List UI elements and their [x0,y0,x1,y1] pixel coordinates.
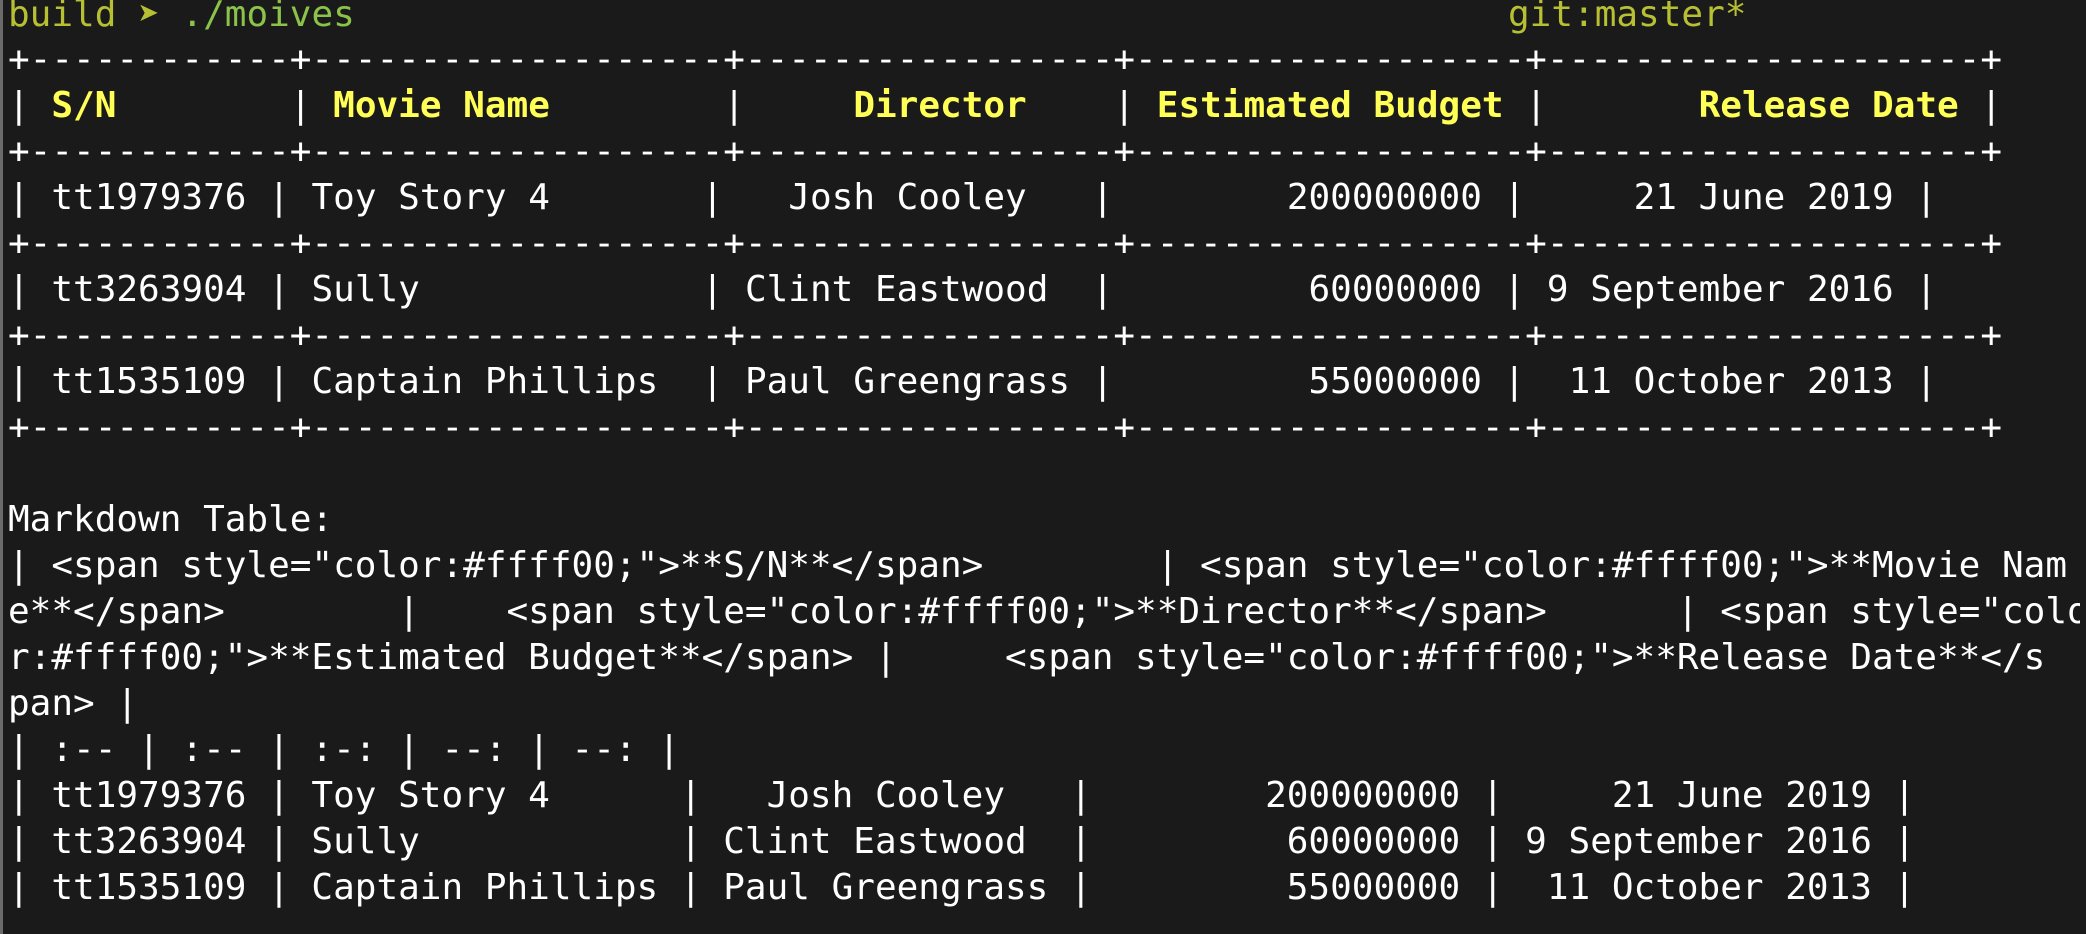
terminal-window[interactable]: build ➤ ./moives git:master* +----------… [0,0,2086,934]
prompt-arrow-icon: ➤ [138,0,160,35]
cell-budget: 55000000 [1308,361,1482,402]
cell-sn: tt1979376 [51,177,247,218]
markdown-row: | tt3263904 | Sully | Clint Eastwood | 6… [8,821,1916,862]
cell-sn: tt1535109 [51,361,247,402]
table-row: | tt1979376 | Toy Story 4 | Josh Cooley … [8,177,1938,218]
cell-budget: 60000000 [1308,269,1482,310]
header-director: Director [853,85,1027,126]
cell-release-date: 9 September 2016 [1546,269,1894,310]
cell-director: Clint Eastwood [744,269,1049,310]
terminal-left-edge [0,0,3,934]
table-row: | tt1535109 | Captain Phillips | Paul Gr… [8,361,1938,402]
cell-movie-name: Toy Story 4 [311,177,550,218]
cell-movie-name: Sully [311,269,420,310]
header-sn: S/N [51,85,117,126]
terminal-output: +------------+-------------------+------… [8,37,2080,927]
table-header-row: | S/N | Movie Name | Director | Estimate… [8,85,2003,126]
markdown-header-line: | <span style="color:#ffff00;">**S/N**</… [8,545,2068,586]
cell-release-date: 11 October 2013 [1568,361,1894,402]
table-border-bottom: +------------+-------------------+------… [8,407,2002,448]
cell-director: Paul Greengrass [744,361,1071,402]
markdown-row: | tt1979376 | Toy Story 4 | Josh Cooley … [8,775,1916,816]
table-border-row: +------------+-------------------+------… [8,315,2002,356]
cell-release-date: 21 June 2019 [1633,177,1894,218]
markdown-label: Markdown Table: [8,499,334,540]
markdown-row: | tt1535109 | Captain Phillips | Paul Gr… [8,867,1916,908]
cell-movie-name: Captain Phillips [311,361,659,402]
cell-sn: tt3263904 [51,269,247,310]
cell-director: Josh Cooley [788,177,1027,218]
header-release-date: Release Date [1698,85,1959,126]
table-border-header: +------------+-------------------+------… [8,131,2002,172]
cell-budget: 200000000 [1286,177,1482,218]
prompt-git-status: git:master* [1508,0,1747,35]
markdown-header-line: pan> | [8,683,139,724]
markdown-header-line: e**</span> | <span style="color:#ffff00;… [8,591,2080,632]
table-row: | tt3263904 | Sully | Clint Eastwood | 6… [8,269,1938,310]
table-border-top: +------------+-------------------+------… [8,39,2002,80]
prompt-command: ./moives [181,0,355,35]
table-border-row: +------------+-------------------+------… [8,223,2002,264]
markdown-header-line: r:#ffff00;">**Estimated Budget**</span> … [8,637,2046,678]
prompt-left: build ➤ ./moives [8,0,355,38]
header-movie-name: Movie Name [333,85,550,126]
shell-prompt: build ➤ ./moives git:master* [8,0,2078,38]
markdown-align-line: | :-- | :-- | :-: | --: | --: | [8,729,680,770]
prompt-dir: build [8,0,117,35]
header-estimated-budget: Estimated Budget [1156,85,1504,126]
